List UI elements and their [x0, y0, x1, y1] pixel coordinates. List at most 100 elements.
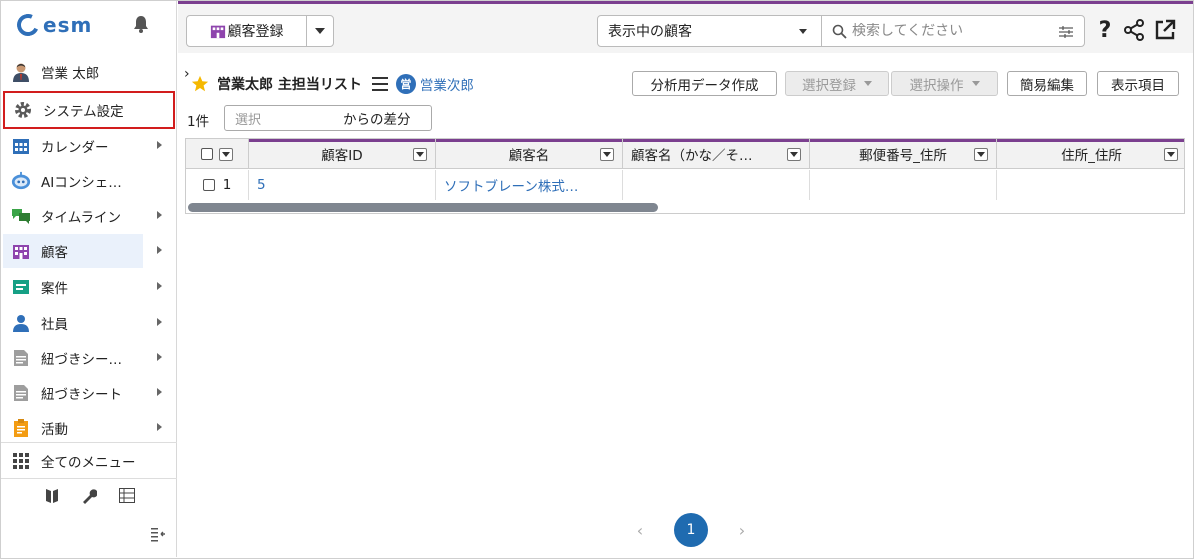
analytics-data-button[interactable]: 分析用データ作成: [632, 71, 777, 96]
column-header-zip[interactable]: 郵便番号_住所: [810, 139, 997, 169]
header-menu-button[interactable]: [219, 147, 233, 161]
filter-settings-icon[interactable]: [1058, 24, 1074, 40]
share-icon[interactable]: [1122, 18, 1146, 42]
column-menu-button[interactable]: [600, 148, 614, 161]
column-header-label: 住所_住所: [1061, 148, 1122, 164]
customer-name-link[interactable]: ソフトブレーン株式…: [444, 175, 578, 195]
diff-select-placeholder: 選択: [235, 112, 262, 128]
cell-customer-id: 5: [249, 170, 436, 200]
header-select-cell: [186, 139, 249, 169]
customer-register-button[interactable]: 顧客登録: [187, 16, 307, 46]
sheet-icon: [11, 383, 31, 403]
owner-name-link[interactable]: 営業次郎: [420, 74, 474, 94]
chevron-right-icon: [157, 353, 162, 361]
sidebar-item-label: 顧客: [41, 245, 68, 261]
open-new-window-icon[interactable]: [1153, 18, 1177, 42]
next-page-button[interactable]: ›: [732, 521, 752, 540]
sidebar-item-all-menu[interactable]: 全てのメニュー: [3, 444, 175, 478]
collapse-sidebar-icon[interactable]: [149, 525, 167, 543]
horizontal-scrollbar[interactable]: [186, 201, 1184, 213]
sidebar-item-system-settings[interactable]: システム設定: [3, 91, 175, 129]
sidebar-item-label: システム設定: [43, 104, 124, 120]
sidebar-item-linked-sheet-2[interactable]: 紐づきシート: [3, 376, 175, 410]
column-menu-button[interactable]: [974, 148, 988, 161]
sidebar: esm 営業 太郎 システム設定 カレンダー AIコンシェ… タイムライン 顧客…: [1, 1, 177, 557]
sidebar-item-ai-concierge[interactable]: AIコンシェ…: [3, 164, 175, 198]
cell-address: [997, 170, 1184, 200]
chat-bubbles-icon: [11, 206, 31, 226]
column-menu-button[interactable]: [413, 148, 427, 161]
column-header-label: 顧客ID: [321, 148, 363, 164]
chevron-right-icon: [157, 423, 162, 431]
table-view-icon[interactable]: [119, 488, 135, 503]
column-menu-button[interactable]: [1164, 148, 1178, 161]
display-items-button[interactable]: 表示項目: [1097, 71, 1179, 96]
list-menu-icon[interactable]: [371, 77, 388, 91]
expand-panel-icon[interactable]: ›: [184, 66, 190, 82]
customer-register-split-button: 顧客登録: [186, 15, 334, 47]
sidebar-item-customers[interactable]: 顧客: [3, 234, 162, 268]
sidebar-item-calendar[interactable]: カレンダー: [3, 129, 175, 163]
customer-register-label: 顧客登録: [227, 24, 284, 40]
building-icon: [210, 25, 225, 39]
column-header-id[interactable]: 顧客ID: [249, 139, 436, 169]
user-avatar-icon: [11, 62, 31, 82]
sidebar-item-label: カレンダー: [41, 140, 109, 156]
select-operation-button[interactable]: 選択操作: [891, 71, 998, 96]
row-checkbox[interactable]: [202, 179, 215, 191]
caret-down-icon: [799, 29, 807, 34]
chevron-right-icon: [157, 282, 162, 290]
select-register-label: 選択登録: [802, 77, 856, 94]
list-title-bar: 営業太郎 主担当リスト 営 営業次郎: [191, 72, 474, 96]
page-number-current[interactable]: 1: [674, 513, 708, 547]
sidebar-user-name: 営業 太郎: [41, 66, 100, 82]
select-register-button[interactable]: 選択登録: [785, 71, 889, 96]
column-header-kana[interactable]: 顧客名（かな／そ…: [623, 139, 810, 169]
building-icon: [11, 241, 31, 261]
esm-logo[interactable]: esm: [13, 10, 92, 40]
select-all-checkbox[interactable]: [201, 148, 213, 160]
customer-id-link[interactable]: 5: [257, 177, 266, 193]
owner-avatar: 営: [395, 74, 416, 94]
star-icon[interactable]: [191, 75, 209, 93]
column-header-address[interactable]: 住所_住所: [997, 139, 1184, 169]
caret-down-icon: [315, 28, 325, 34]
sheet-icon: [11, 348, 31, 368]
diff-label: からの差分: [343, 112, 411, 128]
chevron-right-icon: [157, 141, 162, 149]
column-header-label: 顧客名: [508, 148, 550, 164]
row-index: 1: [222, 177, 232, 193]
book-icon[interactable]: [45, 488, 59, 504]
sidebar-item-deals[interactable]: 案件: [3, 270, 175, 304]
column-menu-button[interactable]: [787, 148, 801, 161]
column-header-name[interactable]: 顧客名: [436, 139, 623, 169]
view-select[interactable]: 表示中の顧客: [597, 15, 822, 47]
help-icon[interactable]: ?: [1093, 18, 1117, 43]
search-input[interactable]: [852, 23, 1032, 39]
bell-icon[interactable]: [133, 15, 149, 33]
sidebar-item-employees[interactable]: 社員: [3, 306, 175, 340]
chevron-right-icon: [157, 246, 162, 254]
sidebar-divider: [1, 442, 177, 443]
sidebar-divider: [1, 478, 177, 479]
sidebar-item-label: 紐づきシー…: [41, 352, 122, 368]
sidebar-item-label: 全てのメニュー: [41, 455, 136, 471]
chevron-right-icon: [157, 388, 162, 396]
pagination: ‹ 1 ›: [630, 513, 752, 547]
sidebar-item-activities[interactable]: 活動: [3, 411, 175, 445]
ai-robot-icon: [11, 171, 31, 191]
scrollbar-thumb[interactable]: [188, 203, 658, 212]
diff-selector[interactable]: 選択 からの差分: [224, 105, 432, 131]
sidebar-item-linked-sheet-1[interactable]: 紐づきシー…: [3, 341, 175, 375]
sidebar-user[interactable]: 営業 太郎: [3, 55, 175, 89]
register-dropdown-button[interactable]: [307, 28, 333, 34]
sidebar-item-timeline[interactable]: タイムライン: [3, 199, 175, 233]
cell-customer-name: ソフトブレーン株式…: [436, 170, 623, 200]
prev-page-button[interactable]: ‹: [630, 521, 650, 540]
customer-table: 顧客ID 顧客名 顧客名（かな／そ… 郵便番号_住所 住所_住所 1 5 ソフト…: [185, 138, 1185, 214]
quick-edit-button[interactable]: 簡易編集: [1007, 71, 1087, 96]
sidebar-item-label: AIコンシェ…: [41, 175, 122, 191]
table-header: 顧客ID 顧客名 顧客名（かな／そ… 郵便番号_住所 住所_住所: [186, 139, 1184, 169]
wrench-icon[interactable]: [81, 488, 97, 504]
table-row[interactable]: 1 5 ソフトブレーン株式…: [186, 170, 1184, 200]
